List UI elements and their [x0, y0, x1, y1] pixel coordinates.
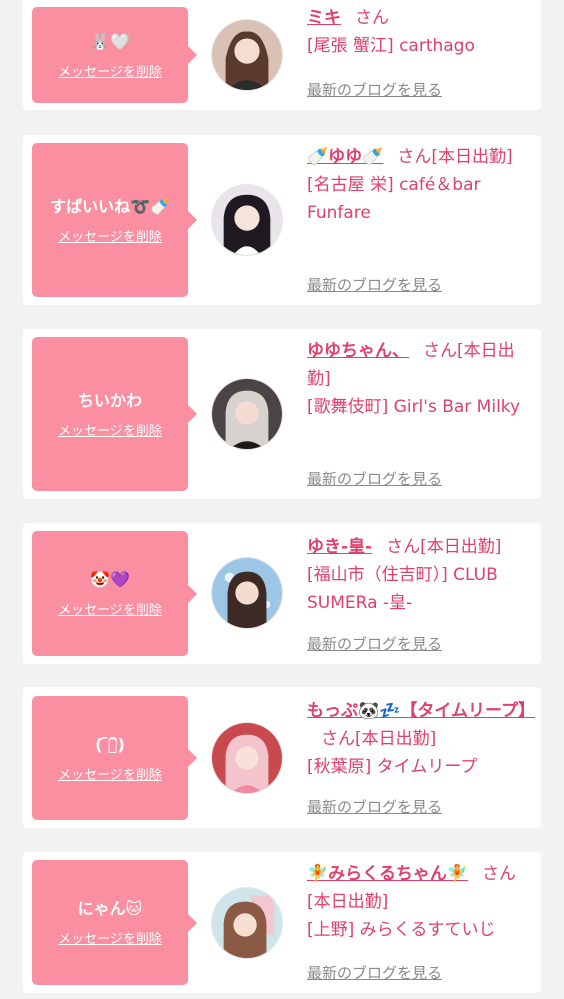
profile-name-link[interactable]: ミキ	[307, 8, 341, 28]
shop-text: [尾張 蟹江] carthago	[307, 36, 475, 56]
shop-text: [名古屋 栄] café＆bar Funfare	[307, 175, 481, 223]
profile-info: ミキ さん [尾張 蟹江] carthago	[307, 4, 533, 60]
latest-blog-link[interactable]: 最新のブログを見る	[307, 796, 442, 817]
message-card: 🐰🤍 メッセージを削除 ミキ さん [尾張 蟹江] carthago 最新のブログ…	[23, 0, 541, 110]
message-bubble: ちいかわ メッセージを削除	[32, 337, 197, 491]
profile-info: 🍼ゆゆ🍼 さん[本日出勤] [名古屋 栄] café＆bar Funfare	[307, 143, 533, 227]
message-text: すぱいいね➰🍼	[50, 196, 170, 216]
message-card: ( ᷇࿀᷆) メッセージを削除 もっぷ🐼💤【タイムリープ】さん[本日出勤] [秋…	[23, 687, 541, 828]
profile-name-link[interactable]: ゆゆちゃん、	[307, 341, 409, 361]
shop-text: [歌舞伎町] Girl's Bar Milky	[307, 397, 521, 417]
shop-text: [上野] みらくるすていじ	[307, 920, 496, 940]
avatar[interactable]	[211, 378, 283, 450]
profile-name-link[interactable]: もっぷ🐼💤【タイムリープ】	[307, 701, 535, 721]
honorific: さん[本日出勤]	[386, 537, 502, 557]
latest-blog-link[interactable]: 最新のブログを見る	[307, 633, 442, 654]
message-card: ちいかわ メッセージを削除 ゆゆちゃん、 さん[本日出勤] [歌舞伎町] Girl…	[23, 329, 541, 499]
delete-message-link[interactable]: メッセージを削除	[58, 599, 162, 618]
delete-message-link[interactable]: メッセージを削除	[58, 764, 162, 783]
message-bubble: すぱいいね➰🍼 メッセージを削除	[32, 143, 197, 297]
delete-message-link[interactable]: メッセージを削除	[58, 226, 162, 245]
message-bubble: にゃん🐱 メッセージを削除	[32, 860, 197, 985]
shop-text: [福山市（住吉町）] CLUB SUMERa -皇-	[307, 565, 498, 613]
delete-message-link[interactable]: メッセージを削除	[58, 61, 162, 80]
latest-blog-link[interactable]: 最新のブログを見る	[307, 274, 442, 295]
honorific: さん	[355, 8, 389, 28]
message-text: ( ᷇࿀᷆)	[95, 734, 125, 754]
profile-info: ゆき-皇- さん[本日出勤] [福山市（住吉町）] CLUB SUMERa -皇-	[307, 533, 533, 617]
shop-text: [秋葉原] タイムリープ	[307, 757, 478, 777]
message-text: 🐰🤍	[90, 31, 130, 51]
profile-info: もっぷ🐼💤【タイムリープ】さん[本日出勤] [秋葉原] タイムリープ	[307, 697, 535, 781]
avatar[interactable]	[211, 557, 283, 629]
profile-name-link[interactable]: 🍼ゆゆ🍼	[307, 147, 383, 167]
honorific: さん[本日出勤]	[397, 147, 513, 167]
avatar[interactable]	[211, 184, 283, 256]
avatar[interactable]	[211, 722, 283, 794]
profile-info: ゆゆちゃん、 さん[本日出勤] [歌舞伎町] Girl's Bar Milky	[307, 337, 533, 421]
message-text: 🤡💜	[90, 570, 130, 589]
latest-blog-link[interactable]: 最新のブログを見る	[307, 468, 442, 489]
avatar[interactable]	[211, 887, 283, 959]
honorific: さん[本日出勤]	[321, 729, 437, 749]
message-card: にゃん🐱 メッセージを削除 🧚みらくるちゃん🧚 さん[本日出勤] [上野] みらく…	[23, 852, 541, 993]
latest-blog-link[interactable]: 最新のブログを見る	[307, 79, 442, 100]
message-card: 🤡💜 メッセージを削除 ゆき-皇- さん[本日出勤] [福山市（住吉町）] CLU…	[23, 523, 541, 664]
message-text: にゃん🐱	[77, 899, 143, 918]
profile-name-link[interactable]: ゆき-皇-	[307, 537, 372, 557]
avatar[interactable]	[211, 19, 283, 91]
delete-message-link[interactable]: メッセージを削除	[58, 420, 162, 439]
delete-message-link[interactable]: メッセージを削除	[58, 928, 162, 947]
profile-name-link[interactable]: 🧚みらくるちゃん🧚	[307, 864, 468, 884]
message-bubble: 🐰🤍 メッセージを削除	[32, 7, 197, 103]
message-bubble: 🤡💜 メッセージを削除	[32, 531, 197, 656]
profile-info: 🧚みらくるちゃん🧚 さん[本日出勤] [上野] みらくるすていじ	[307, 860, 533, 944]
message-bubble: ( ᷇࿀᷆) メッセージを削除	[32, 696, 197, 820]
latest-blog-link[interactable]: 最新のブログを見る	[307, 962, 442, 983]
message-text: ちいかわ	[77, 390, 142, 410]
message-card: すぱいいね➰🍼 メッセージを削除 🍼ゆゆ🍼 さん[本日出勤] [名古屋 栄] ca…	[23, 135, 541, 305]
